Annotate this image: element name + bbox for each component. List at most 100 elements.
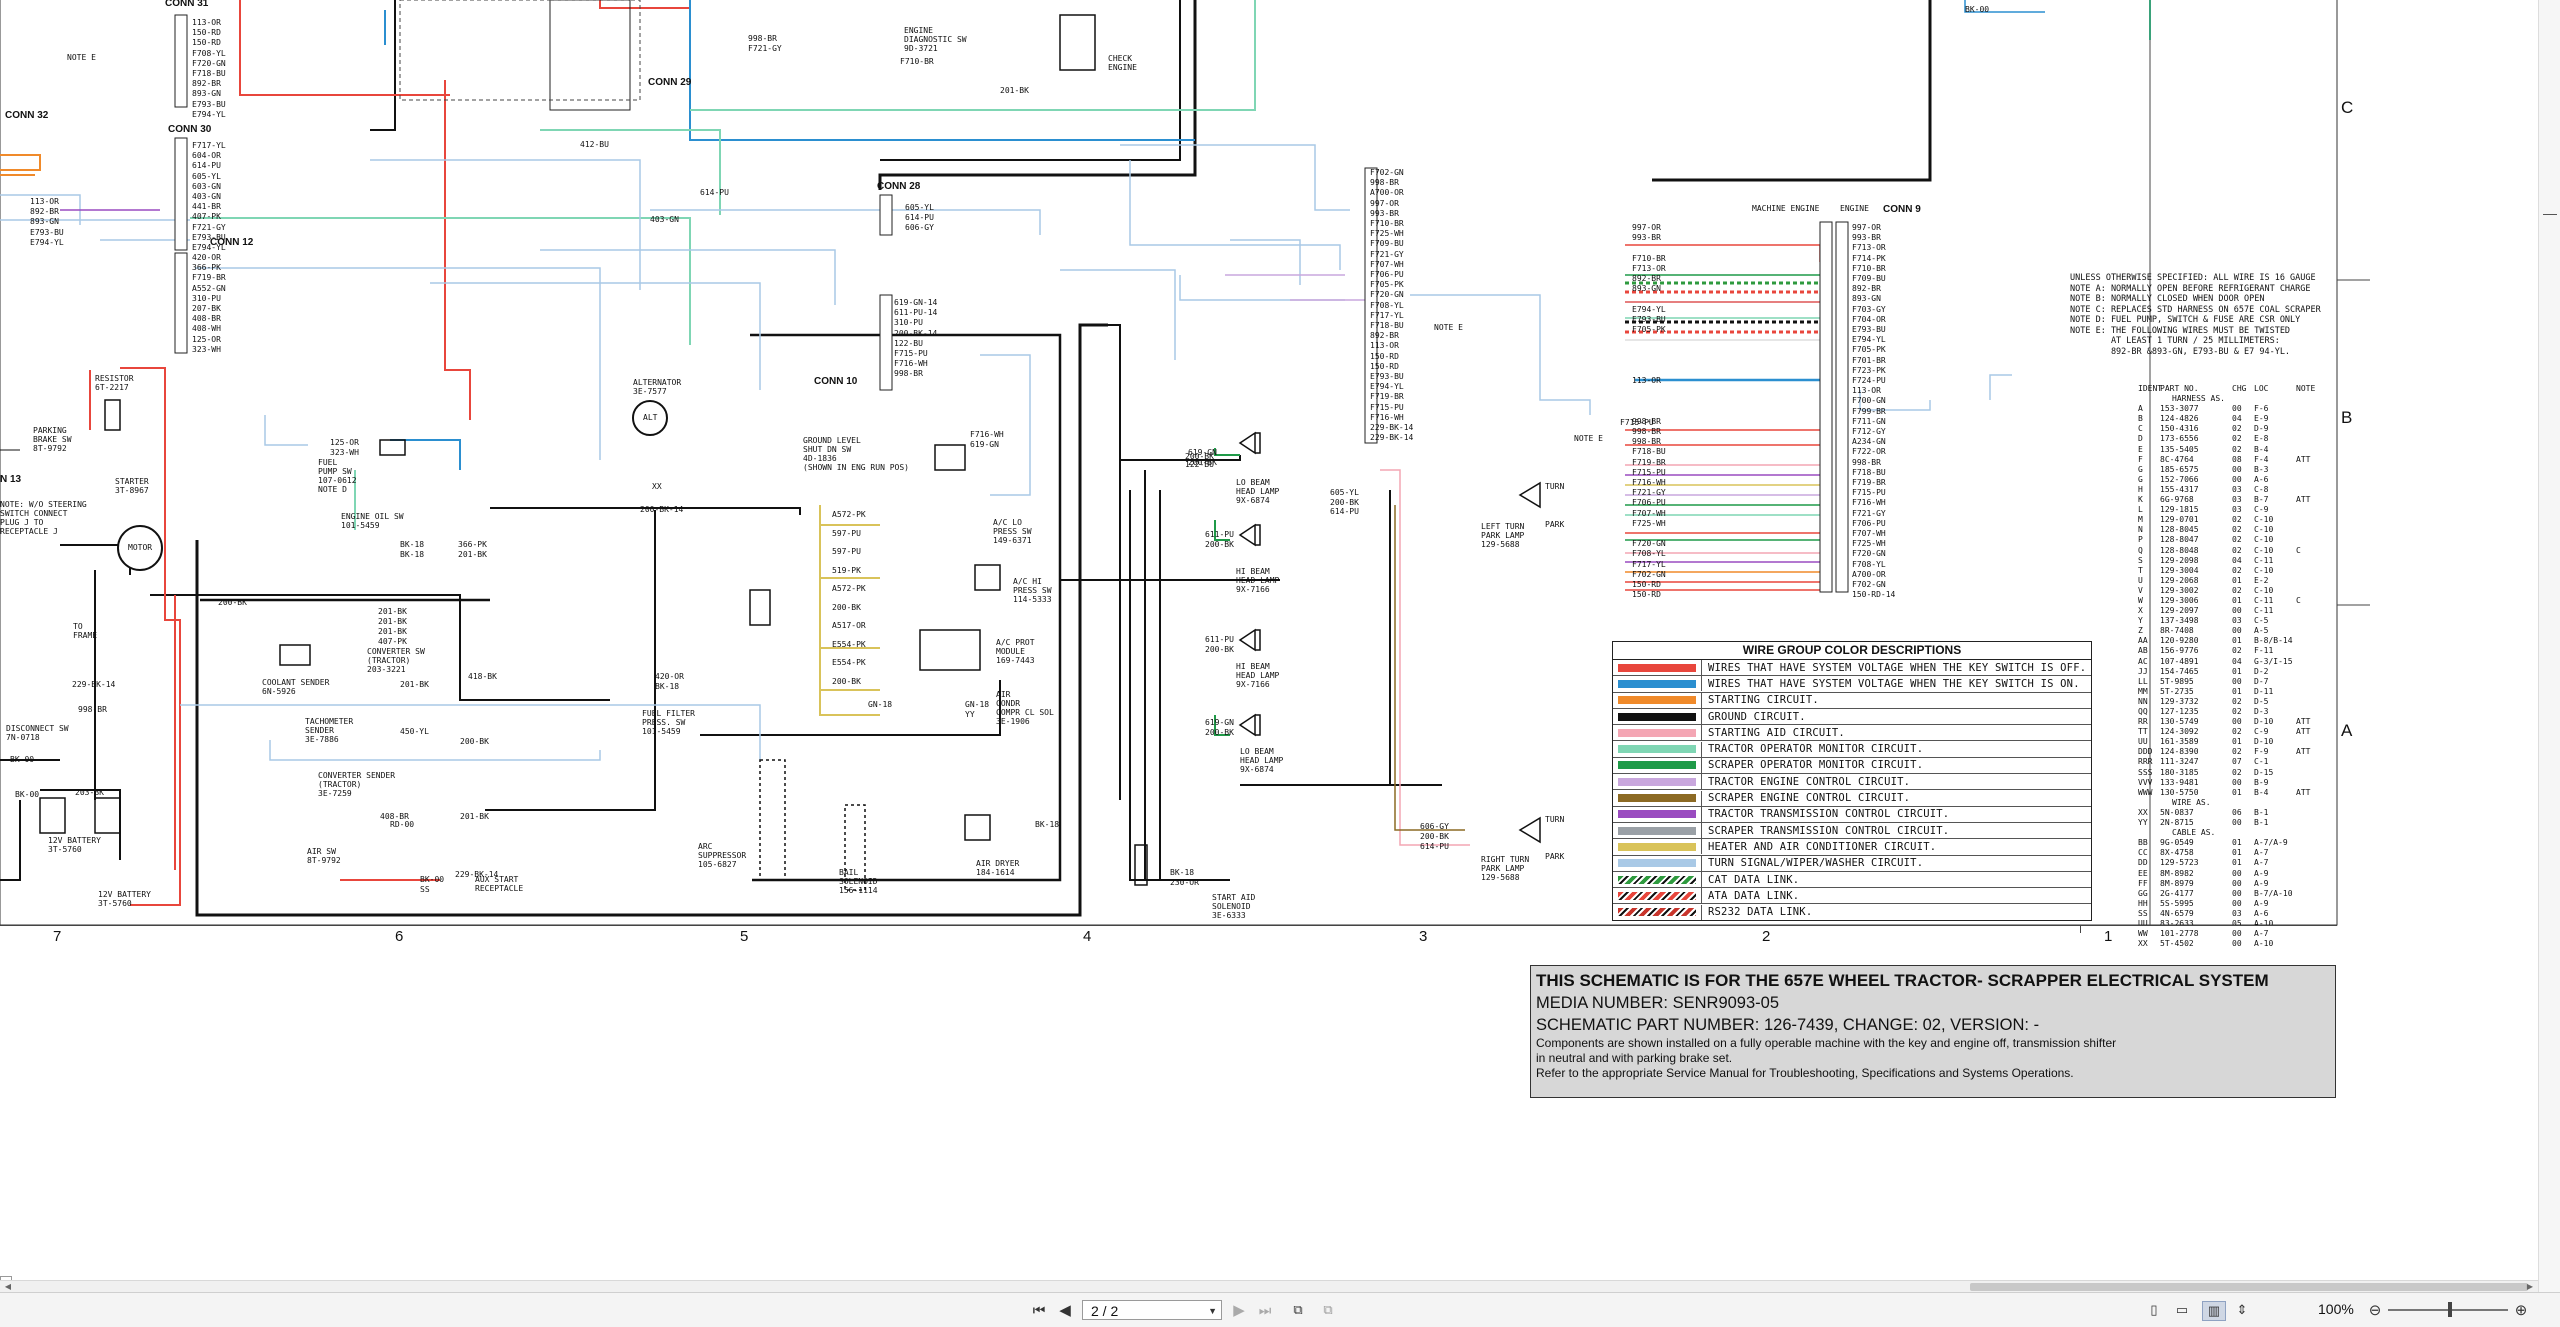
ident-row: GG 2G-4177 00 B-7/A-10 — [2138, 889, 2326, 899]
wire-label: 150-RD — [1370, 351, 1399, 361]
next-page-icon[interactable]: ▶ — [1230, 1301, 1248, 1319]
ident-cell: 03 — [2232, 495, 2242, 505]
zoom-in-icon[interactable]: ⊕ — [2512, 1301, 2530, 1319]
wire-label: F705-PK — [1370, 280, 1404, 290]
wire-label: BK-18 — [400, 540, 425, 549]
legend-swatch — [1613, 774, 1702, 790]
wire-label: 125-OR — [330, 438, 359, 447]
ident-cell: NN — [2138, 696, 2148, 706]
wire-label: 113-OR — [1852, 386, 1881, 396]
ident-row: AC 107-4891 04 G-3/I-15 — [2138, 657, 2326, 667]
ident-cell: 5T-2735 — [2160, 686, 2194, 696]
vertical-scrollbar[interactable] — [2538, 0, 2560, 1292]
legend-swatch — [1613, 839, 1702, 855]
ident-row: E 135-5405 02 B-4 — [2138, 445, 2326, 455]
two-page-icon[interactable]: ▭ — [2172, 1301, 2192, 1319]
wire-label: F725-WH — [1370, 229, 1404, 239]
ident-cell: 129-3006 — [2160, 595, 2199, 605]
wire-label: F706-PU — [1852, 518, 1886, 528]
ident-row: D 173-6556 02 E-8 — [2138, 434, 2326, 444]
continuous-icon[interactable]: ▥ — [2202, 1301, 2226, 1321]
ident-cell: A-6 — [2254, 474, 2269, 484]
legend-row: SCRAPER ENGINE CONTROL CIRCUIT. — [1613, 790, 2091, 807]
legend-title: WIRE GROUP COLOR DESCRIPTIONS — [1613, 642, 2091, 660]
ident-table-header: IDENT PART NO. CHG LOC NOTE — [2138, 384, 2316, 393]
wire-label: 113-OR — [1370, 341, 1399, 351]
wire-label: F717-YL — [1632, 559, 1666, 569]
last-page-icon[interactable]: ⏭ — [1256, 1301, 1274, 1319]
ident-row: FF 8M-8979 00 A-9 — [2138, 879, 2326, 889]
check-engine-label: CHECK ENGINE — [1108, 54, 1137, 72]
conn-31-label: CONN 31 — [165, 0, 209, 9]
ident-row: A 153-3077 00 F-6 — [2138, 404, 2326, 414]
turn-label-2: TURN — [1545, 815, 1565, 824]
legend-label: CAT DATA LINK. — [1708, 873, 1800, 886]
zoom-out-icon[interactable]: ⊖ — [2366, 1301, 2384, 1319]
legend-swatch — [1613, 709, 1702, 725]
ident-cell: 107-4891 — [2160, 656, 2199, 666]
wire-label: 201-BK — [378, 607, 407, 616]
page-number-input[interactable]: 2 / 2 ▼ — [1082, 1300, 1222, 1320]
wire-label: F720-GN — [1370, 290, 1404, 300]
wire-label: 200-BK-14 — [640, 505, 684, 514]
legend-label: SCRAPER OPERATOR MONITOR CIRCUIT. — [1708, 759, 1924, 772]
wire-label: 619-GN-14 — [894, 298, 938, 307]
ident-cell — [2296, 556, 2326, 566]
wire-label: F710-BR — [1370, 219, 1404, 228]
ident-cell: C-11 — [2254, 606, 2274, 616]
title-note-2: in neutral and with parking brake set. — [1536, 1051, 1733, 1065]
ident-cell: 00 — [2232, 868, 2242, 878]
ident-cell: 08 — [2232, 454, 2242, 464]
legend-swatch — [1613, 823, 1702, 839]
ident-cell: 04 — [2232, 555, 2242, 565]
copy-icon[interactable]: ⧉ — [1288, 1301, 1308, 1319]
alternator-label: ALTERNATOR 3E-7577 — [633, 378, 682, 396]
fit-icon[interactable]: ⇕ — [2232, 1301, 2252, 1319]
wire-label: 230-OR — [1170, 878, 1199, 887]
ident-row: V 129-3002 02 C-10 — [2138, 586, 2326, 596]
ident-cell — [2296, 586, 2326, 596]
ident-cell: V — [2138, 585, 2143, 595]
horizontal-scroll-thumb[interactable] — [1970, 1283, 2528, 1291]
wire-label: F708-YL — [1852, 559, 1886, 569]
ident-cell: A-9 — [2254, 868, 2269, 878]
ident-cell: D-10 — [2254, 737, 2274, 747]
ident-cell: 180-3185 — [2160, 767, 2199, 777]
legend-row: GROUND CIRCUIT. — [1613, 709, 2091, 726]
wire-label: 606-GY — [1420, 822, 1449, 831]
ident-cell: C-10 — [2254, 515, 2274, 525]
ident-cell: 128-8047 — [2160, 535, 2199, 545]
ident-cell: 01 — [2232, 636, 2242, 646]
first-page-icon[interactable]: ⏮ — [1030, 1301, 1048, 1319]
legend-color-bar — [1618, 875, 1696, 884]
chevron-down-icon[interactable]: ▼ — [1208, 1301, 1217, 1321]
wire-label: 408-BR — [192, 314, 221, 324]
conn-13-label: N 13 — [0, 474, 22, 485]
ident-cell: D — [2138, 434, 2143, 444]
ident-cell: A — [2138, 404, 2143, 414]
wire-label: F719-BR — [192, 273, 226, 283]
ident-cell: C — [2296, 545, 2301, 555]
wire-label: 150-RD-14 — [1852, 590, 1896, 600]
wire-label: F715-PU — [1620, 418, 1654, 427]
ident-cell: 8M-8979 — [2160, 878, 2194, 888]
single-page-icon[interactable]: ▯ — [2144, 1301, 2164, 1319]
conn-9-label: CONN 9 — [1883, 204, 1921, 215]
export-icon[interactable]: ⧉ — [1318, 1301, 1338, 1319]
ident-cell: 01 — [2232, 666, 2242, 676]
wire-label: 611-PU — [1205, 635, 1234, 644]
ident-cell: 129-2098 — [2160, 555, 2199, 565]
wire-label: 150-RD — [1632, 590, 1661, 600]
wire-label: 892-BR — [1370, 331, 1399, 341]
note-e-label-2: NOTE E — [1574, 434, 1603, 443]
wire-label: 407-PK — [378, 637, 407, 646]
wire-rows: XX 5N-0837 06 B-1 YY 2N-8715 00 B-1 — [2138, 808, 2326, 828]
zoom-slider-knob[interactable] — [2448, 1302, 2452, 1317]
zone-ruler: 7 6 5 4 3 2 1 — [0, 925, 2337, 945]
air-dryer-label: AIR DRYER 184-1614 — [976, 859, 1020, 877]
row-b: B — [2341, 408, 2353, 427]
ident-cell: DD — [2138, 858, 2148, 868]
prev-page-icon[interactable]: ◀ — [1056, 1301, 1074, 1319]
ident-row: N 128-8045 02 C-10 — [2138, 525, 2326, 535]
zoom-level[interactable]: 100% — [2318, 1301, 2354, 1317]
